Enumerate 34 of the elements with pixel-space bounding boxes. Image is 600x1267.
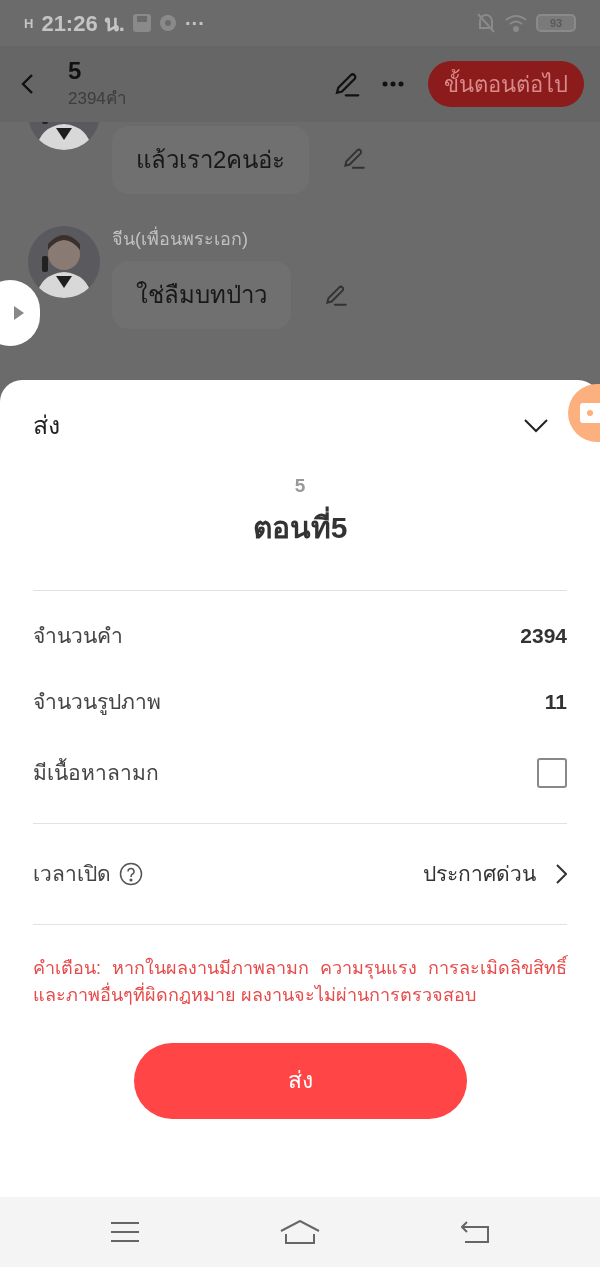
message-bubble[interactable]: แล้วเรา2คนอ่ะ [112,126,310,194]
message-bubble[interactable]: ใช่ลืมบทป่าว [112,261,291,329]
browser-icon [158,14,177,32]
submit-button[interactable]: ส่ง [133,1042,467,1119]
warning-text: คำเตือน: หากในผลงานมีภาพลามก ความรุนแรง การละเมิดลิขสิทธิ์และภาพอื่นๆที่ผิดกฎหมาย ผลงานจะไม่ผ่านการตรวจสอบ [33,954,567,1007]
sheet-title: ส่ง [33,410,60,442]
publish-time-label: เวลาเปิด [33,860,111,887]
play-icon [14,306,24,320]
publish-time-selector[interactable]: ประกาศด่วน [423,857,567,890]
next-step-button[interactable]: ขั้นตอนต่อไป [428,61,584,107]
back-nav-icon[interactable] [461,1221,490,1243]
episode-number: 5 [294,474,306,498]
save-icon [132,14,151,32]
stat-label: จำนวนคำ [33,622,123,649]
menu-icon[interactable] [110,1221,139,1243]
stat-label: มีเนื้อหาลามก [33,757,159,786]
stat-value: 11 [544,688,567,715]
wifi-icon [504,14,528,32]
clock: 21:26 น. [41,9,125,38]
stat-value: 2394 [520,622,567,649]
more-icon[interactable] [382,81,404,87]
more-notifications: ··· [184,11,205,36]
bell-off-icon [476,12,496,34]
episode-title: ตอนที่5 [252,504,348,550]
chapter-title: 5 [68,56,83,87]
network-indicator: H [24,16,34,30]
chevron-down-icon[interactable] [524,419,548,433]
help-icon[interactable] [119,861,143,886]
stat-label: จำนวนรูปภาพ [33,688,161,717]
camera-icon [580,403,600,423]
checkbox[interactable] [537,757,567,788]
character-name: จีน(เพื่อนพระเอก) [112,226,349,253]
home-icon[interactable] [280,1220,320,1244]
chevron-right-icon [556,863,567,884]
